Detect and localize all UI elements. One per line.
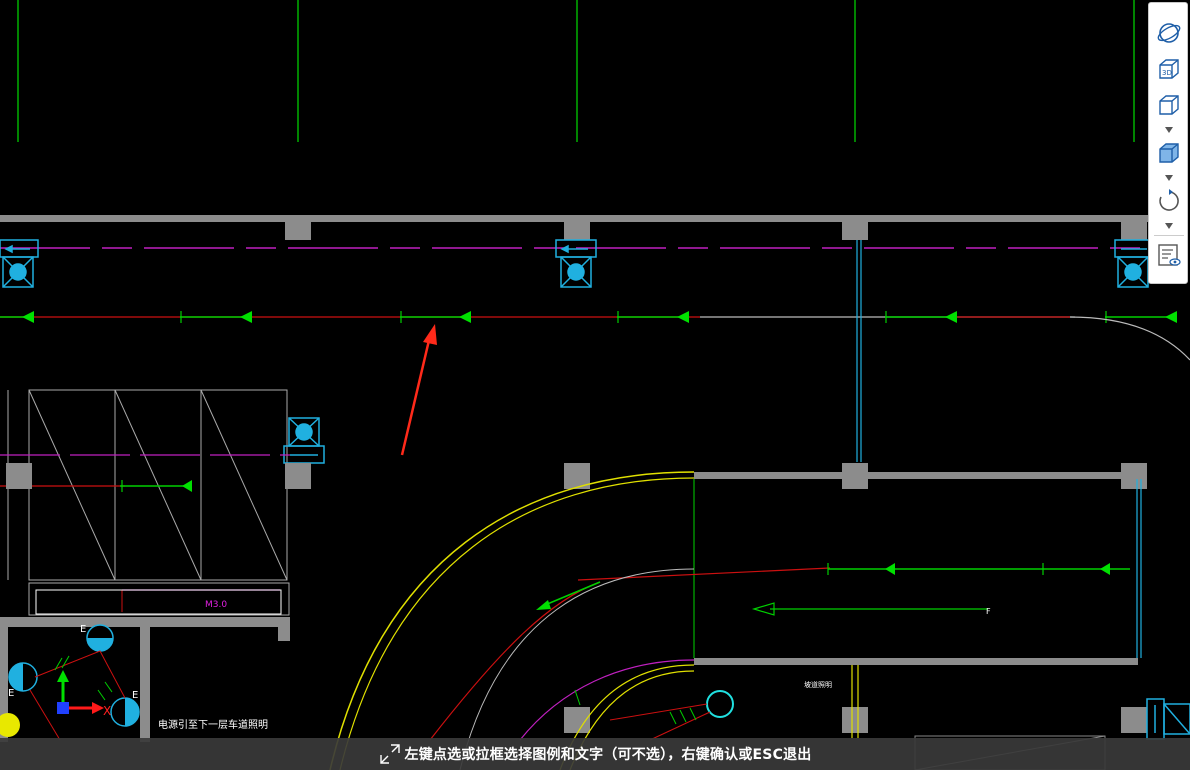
command-hint-bar: 左键点选或拉框选择图例和文字（可不选），右键确认或ESC退出 <box>0 738 1190 770</box>
cad-drawing[interactable]: M3.0 电源引至下一层车道照明 坡道照明 E E E X F <box>0 0 1190 770</box>
display-settings-button[interactable] <box>1155 241 1183 269</box>
hint-text: 左键点选或拉框选择图例和文字（可不选），右键确认或ESC退出 <box>404 747 812 763</box>
top-fixtures <box>0 239 1154 288</box>
cable-note: 电源引至下一层车道照明 <box>158 718 268 731</box>
top-grid-lines <box>17 0 1135 142</box>
solid-cube-button[interactable] <box>1155 139 1183 167</box>
select-cursor-icon <box>379 743 401 765</box>
render-dropdown-caret[interactable] <box>1163 173 1175 183</box>
chevron-down-icon <box>1165 223 1173 229</box>
svg-text:3D: 3D <box>1162 69 1172 77</box>
fixture-mark-2: E <box>8 688 14 699</box>
right-room <box>577 472 1142 665</box>
ramp-tag: 坡道照明 <box>804 680 832 689</box>
chevron-down-icon <box>1165 127 1173 133</box>
wireframe-cube-button[interactable] <box>1155 91 1183 119</box>
3d-view-button[interactable]: 3D <box>1155 55 1183 83</box>
curved-ramp <box>329 471 859 770</box>
annotation-arrow <box>400 324 437 456</box>
cube-solid-icon <box>1159 143 1179 163</box>
rotate-dropdown-caret[interactable] <box>1163 221 1175 231</box>
right-bottom-fixture <box>1146 698 1190 740</box>
end-mark: F <box>986 607 991 616</box>
fixture-mark-1: E <box>80 624 86 635</box>
view-toolbar: 3D <box>1148 2 1188 284</box>
main-cable-run <box>0 311 1190 361</box>
view-dropdown-caret[interactable] <box>1163 125 1175 135</box>
vertical-riser <box>856 240 862 462</box>
mid-cable <box>0 454 290 492</box>
rotate-button[interactable] <box>1155 187 1183 215</box>
top-wall <box>0 215 1150 240</box>
cad-drawing-canvas[interactable]: M3.0 电源引至下一层车道照明 坡道照明 E E E X F <box>0 0 1190 770</box>
orbit-button[interactable] <box>1155 19 1183 47</box>
rotate-icon <box>1159 189 1179 211</box>
room-tag: M3.0 <box>205 600 227 610</box>
fixture-mark-3: E <box>132 690 138 701</box>
cube-wire-icon <box>1159 95 1179 115</box>
orbit-icon <box>1157 23 1181 43</box>
3d-view-icon: 3D <box>1159 59 1179 79</box>
stair-area <box>7 389 290 616</box>
stair-fixture <box>283 417 325 464</box>
display-settings-icon <box>1158 244 1181 266</box>
axis-x-label: X <box>103 704 111 718</box>
chevron-down-icon <box>1165 175 1173 181</box>
toolbar-divider <box>1154 235 1184 236</box>
columns <box>6 463 1147 733</box>
lower-fixture <box>574 689 734 741</box>
